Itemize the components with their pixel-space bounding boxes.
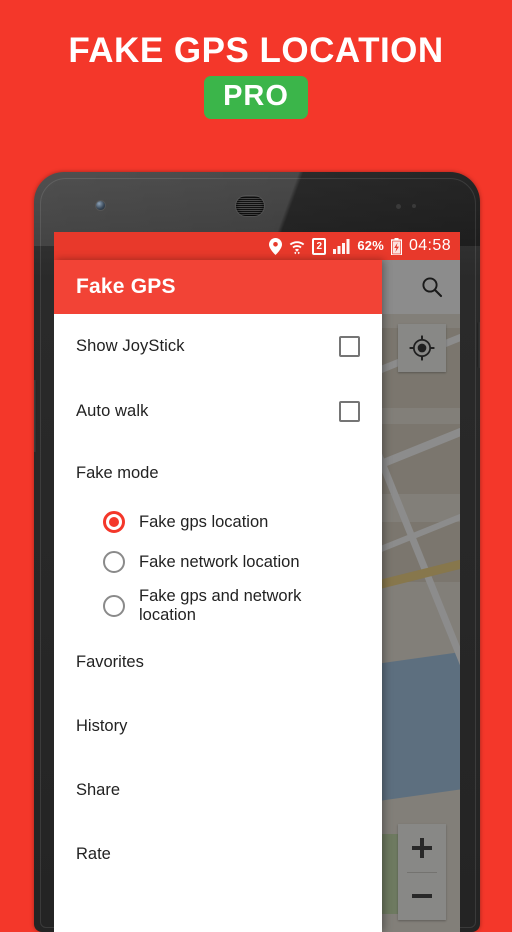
drawer-item-auto-walk[interactable]: Auto walk — [54, 379, 382, 444]
wifi-icon — [289, 238, 305, 255]
fake-gps-location-radio[interactable] — [103, 511, 125, 533]
volume-rocker-button[interactable] — [34, 380, 37, 452]
fake-mode-section-header: Fake mode — [54, 444, 382, 502]
front-camera-icon — [96, 201, 105, 210]
radio-option-fake-gps-location[interactable]: Fake gps location — [54, 502, 382, 542]
promo-header: FAKE GPS LOCATION PRO — [0, 0, 512, 170]
rate-label: Rate — [76, 844, 111, 863]
auto-walk-checkbox[interactable] — [339, 401, 360, 422]
drawer-body: Show JoyStick Auto walk Fake mode Fake g… — [54, 314, 382, 932]
drawer-item-favorites[interactable]: Favorites — [54, 630, 382, 694]
history-label: History — [76, 716, 128, 735]
drawer-item-share[interactable]: Share — [54, 758, 382, 822]
fake-gps-and-network-location-label: Fake gps and network location — [139, 587, 302, 624]
light-sensor-icon — [412, 204, 416, 208]
auto-walk-label: Auto walk — [76, 402, 149, 420]
navigation-drawer: Fake GPS Show JoyStick Auto walk Fake mo… — [54, 260, 382, 932]
app-title: Fake GPS — [76, 275, 176, 298]
fake-network-location-label: Fake network location — [139, 552, 300, 571]
promo-badge-wrap: PRO — [0, 76, 512, 119]
proximity-sensor-icon — [396, 204, 401, 209]
show-joystick-label: Show JoyStick — [76, 337, 185, 355]
favorites-label: Favorites — [76, 652, 144, 671]
phone-mockup: WERY Grand St FDR Drive DUMBO 2nd Ave ⌂ … — [34, 172, 480, 932]
drawer-header: Fake GPS — [54, 260, 382, 314]
sim-2-icon: 2 — [312, 237, 327, 255]
fake-gps-and-network-location-radio[interactable] — [103, 595, 125, 617]
fake-gps-location-label: Fake gps location — [139, 512, 269, 531]
radio-option-fake-network-location[interactable]: Fake network location — [54, 542, 382, 582]
radio-option-fake-gps-and-network-location[interactable]: Fake gps and network location — [54, 582, 382, 630]
fake-mode-label: Fake mode — [76, 463, 159, 482]
power-button[interactable] — [477, 322, 480, 368]
phone-screen: WERY Grand St FDR Drive DUMBO 2nd Ave ⌂ … — [54, 232, 460, 932]
fake-network-location-radio[interactable] — [103, 551, 125, 573]
share-label: Share — [76, 780, 121, 799]
drawer-item-rate[interactable]: Rate — [54, 822, 382, 886]
location-pin-icon — [269, 237, 283, 255]
battery-percent-label: 62% — [357, 238, 384, 253]
promo-title: FAKE GPS LOCATION — [68, 31, 444, 70]
drawer-item-history[interactable]: History — [54, 694, 382, 758]
promo-pro-badge: PRO — [204, 76, 308, 119]
earpiece-speaker-icon — [236, 196, 264, 216]
battery-charging-icon — [390, 237, 402, 255]
status-bar-clock: 04:58 — [408, 237, 451, 254]
status-bar: 2 62% 04:58 — [54, 232, 460, 260]
show-joystick-checkbox[interactable] — [339, 336, 360, 357]
search-button[interactable] — [418, 273, 446, 301]
drawer-item-show-joystick[interactable]: Show JoyStick — [54, 314, 382, 379]
search-icon — [422, 277, 443, 298]
signal-bars-icon — [333, 238, 350, 254]
